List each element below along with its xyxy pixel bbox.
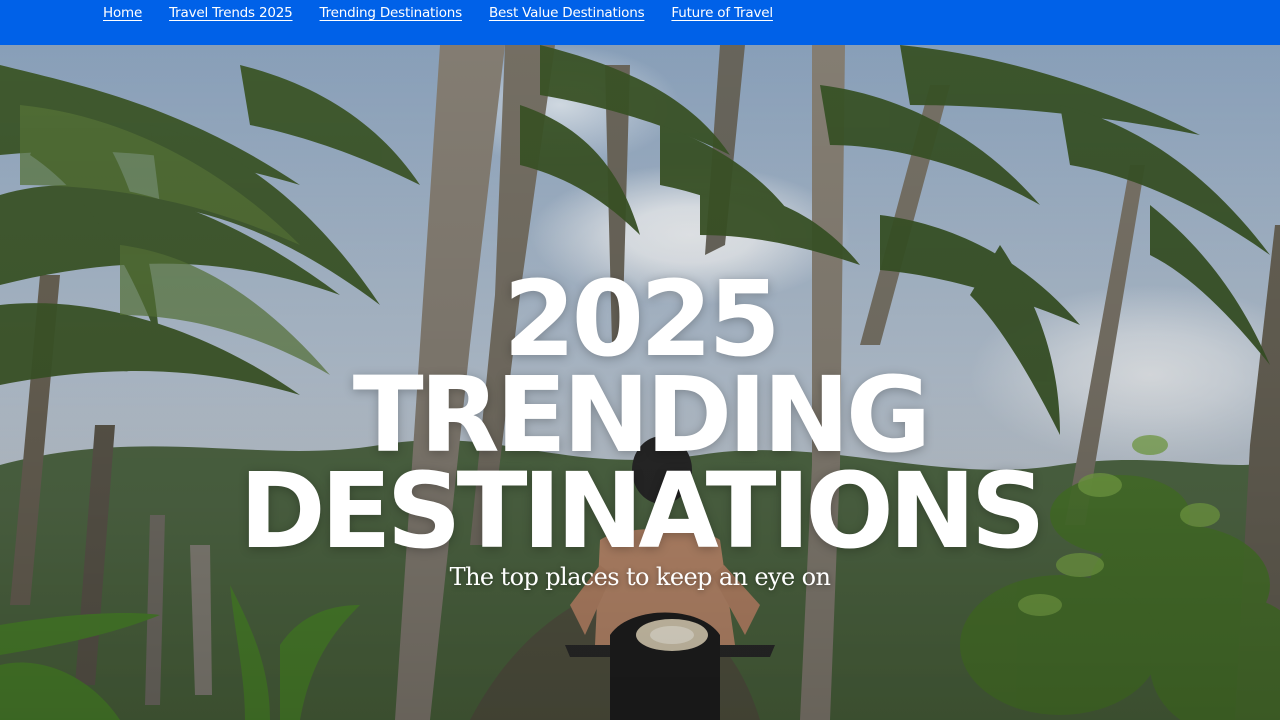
top-nav-bar: Home Travel Trends 2025 Trending Destina… (0, 0, 1280, 45)
nav-list: Home Travel Trends 2025 Trending Destina… (103, 4, 773, 22)
nav-item: Best Value Destinations (489, 4, 645, 22)
hero-subtitle: The top places to keep an eye on (449, 563, 831, 591)
nav-item: Travel Trends 2025 (169, 4, 293, 22)
nav-item: Future of Travel (671, 4, 773, 22)
nav-link-home[interactable]: Home (103, 5, 142, 21)
hero-headline: 2025 TRENDING DESTINATIONS (0, 258, 1280, 573)
nav-link-travel-trends[interactable]: Travel Trends 2025 (169, 5, 293, 21)
nav-item: Trending Destinations (320, 4, 463, 22)
headline-trending: TRENDING (352, 354, 932, 477)
nav-link-trending-destinations[interactable]: Trending Destinations (320, 5, 463, 21)
nav-link-future-of-travel[interactable]: Future of Travel (671, 5, 773, 21)
hero-banner: 2025 TRENDING DESTINATIONS The top place… (0, 45, 1280, 720)
nav-item: Home (103, 4, 142, 22)
headline-destinations: DESTINATIONS (239, 450, 1045, 573)
nav-link-best-value[interactable]: Best Value Destinations (489, 5, 645, 21)
headline-year: 2025 (503, 258, 780, 381)
